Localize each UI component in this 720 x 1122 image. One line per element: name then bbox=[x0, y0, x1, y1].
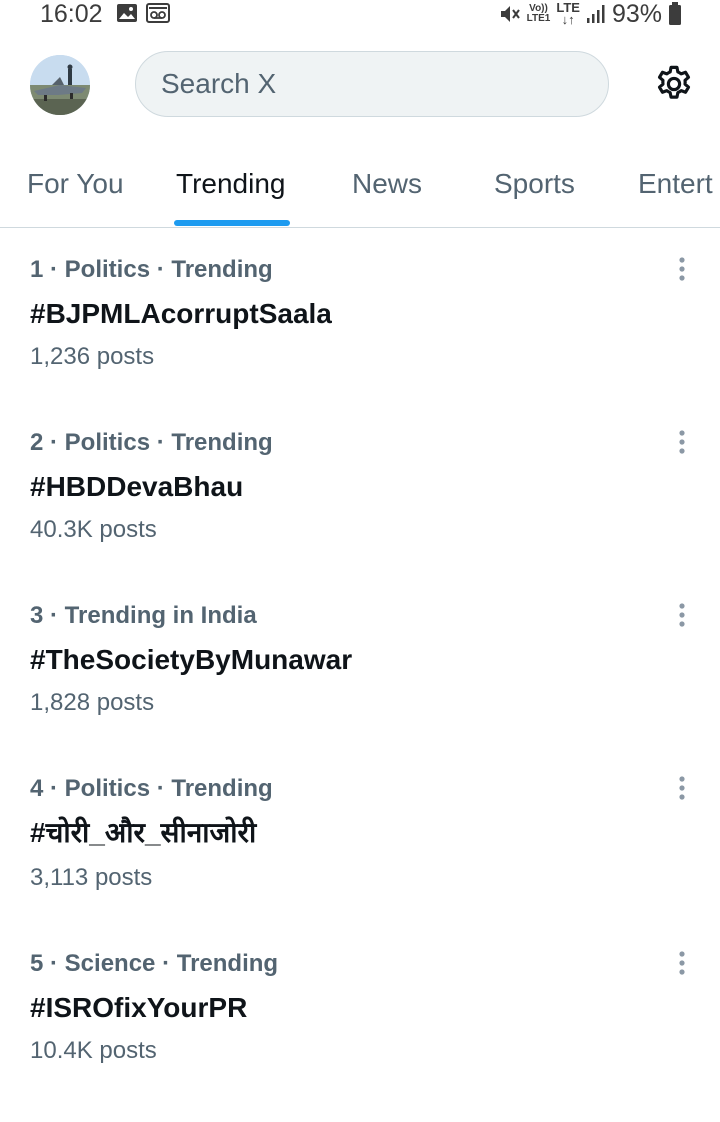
trend-item[interactable]: 3 · Trending in India #TheSocietyByMunaw… bbox=[0, 601, 720, 774]
trend-meta: 2 · Politics · Trending bbox=[30, 429, 273, 456]
volte-indicator: Vo)) LTE1 bbox=[527, 4, 551, 24]
explore-tabs: For You Trending News Sports Entert bbox=[0, 150, 720, 228]
trend-item[interactable]: 5 · Science · Trending #ISROfixYourPR 10… bbox=[0, 949, 720, 1122]
trend-meta: 4 · Politics · Trending bbox=[30, 775, 273, 802]
more-vertical-icon bbox=[679, 603, 685, 627]
tab-entertainment[interactable]: Entert bbox=[638, 168, 713, 200]
lte-bottom: ↓↑ bbox=[561, 12, 575, 27]
more-vertical-icon bbox=[679, 951, 685, 975]
tab-sports[interactable]: Sports bbox=[494, 168, 575, 200]
lte-indicator: LTE ↓↑ bbox=[556, 1, 580, 27]
trend-meta: 5 · Science · Trending bbox=[30, 950, 279, 977]
trend-item[interactable]: 4 · Politics · Trending #चोरी_और_सीनाजोर… bbox=[0, 774, 720, 947]
trend-item[interactable]: 1 · Politics · Trending #BJPMLAcorruptSa… bbox=[0, 255, 720, 428]
trend-title: #ISROfixYourPR bbox=[30, 992, 248, 1023]
status-bar: 16:02 Vo)) LTE1 LTE ↓↑ 93% bbox=[0, 0, 720, 30]
active-tab-indicator bbox=[174, 220, 290, 226]
trend-post-count: 3,113 posts bbox=[30, 864, 153, 891]
search-input[interactable] bbox=[159, 67, 583, 101]
status-time: 16:02 bbox=[40, 0, 103, 28]
trend-title: #HBDDevaBhau bbox=[30, 471, 244, 502]
battery-icon bbox=[669, 2, 681, 25]
tab-news[interactable]: News bbox=[352, 168, 422, 200]
trend-meta: 1 · Politics · Trending bbox=[30, 256, 273, 283]
system-status: Vo)) LTE1 LTE ↓↑ 93% bbox=[499, 0, 682, 28]
tab-for-you[interactable]: For You bbox=[27, 168, 124, 200]
avatar[interactable] bbox=[30, 55, 90, 115]
search-box[interactable] bbox=[135, 51, 609, 117]
more-vertical-icon bbox=[679, 257, 685, 281]
gear-icon bbox=[657, 65, 691, 99]
trend-post-count: 40.3K posts bbox=[30, 516, 157, 543]
signal-icon bbox=[586, 5, 605, 23]
trend-more-button[interactable] bbox=[666, 943, 698, 983]
trend-post-count: 10.4K posts bbox=[30, 1037, 157, 1064]
trend-item[interactable]: 2 · Politics · Trending #HBDDevaBhau 40.… bbox=[0, 428, 720, 601]
more-vertical-icon bbox=[679, 430, 685, 454]
trend-post-count: 1,828 posts bbox=[30, 689, 155, 716]
trend-title: #TheSocietyByMunawar bbox=[30, 644, 353, 675]
trend-more-button[interactable] bbox=[666, 422, 698, 462]
trend-title: #BJPMLAcorruptSaala bbox=[30, 298, 332, 329]
trend-more-button[interactable] bbox=[666, 768, 698, 808]
more-vertical-icon bbox=[679, 776, 685, 800]
mute-icon bbox=[500, 6, 520, 22]
voicemail-icon bbox=[146, 3, 170, 23]
tab-trending[interactable]: Trending bbox=[176, 168, 285, 200]
settings-button[interactable] bbox=[652, 62, 696, 106]
volte-bottom: LTE1 bbox=[526, 13, 551, 24]
trend-more-button[interactable] bbox=[666, 595, 698, 635]
battery-percent: 93% bbox=[611, 0, 662, 28]
trend-meta: 3 · Trending in India bbox=[30, 602, 257, 629]
notification-icons bbox=[116, 3, 170, 23]
gallery-icon bbox=[117, 4, 137, 22]
trend-title: #चोरी_और_सीनाजोरी bbox=[30, 817, 257, 848]
avatar-image bbox=[30, 55, 90, 115]
trend-post-count: 1,236 posts bbox=[30, 343, 155, 370]
trend-more-button[interactable] bbox=[666, 249, 698, 289]
